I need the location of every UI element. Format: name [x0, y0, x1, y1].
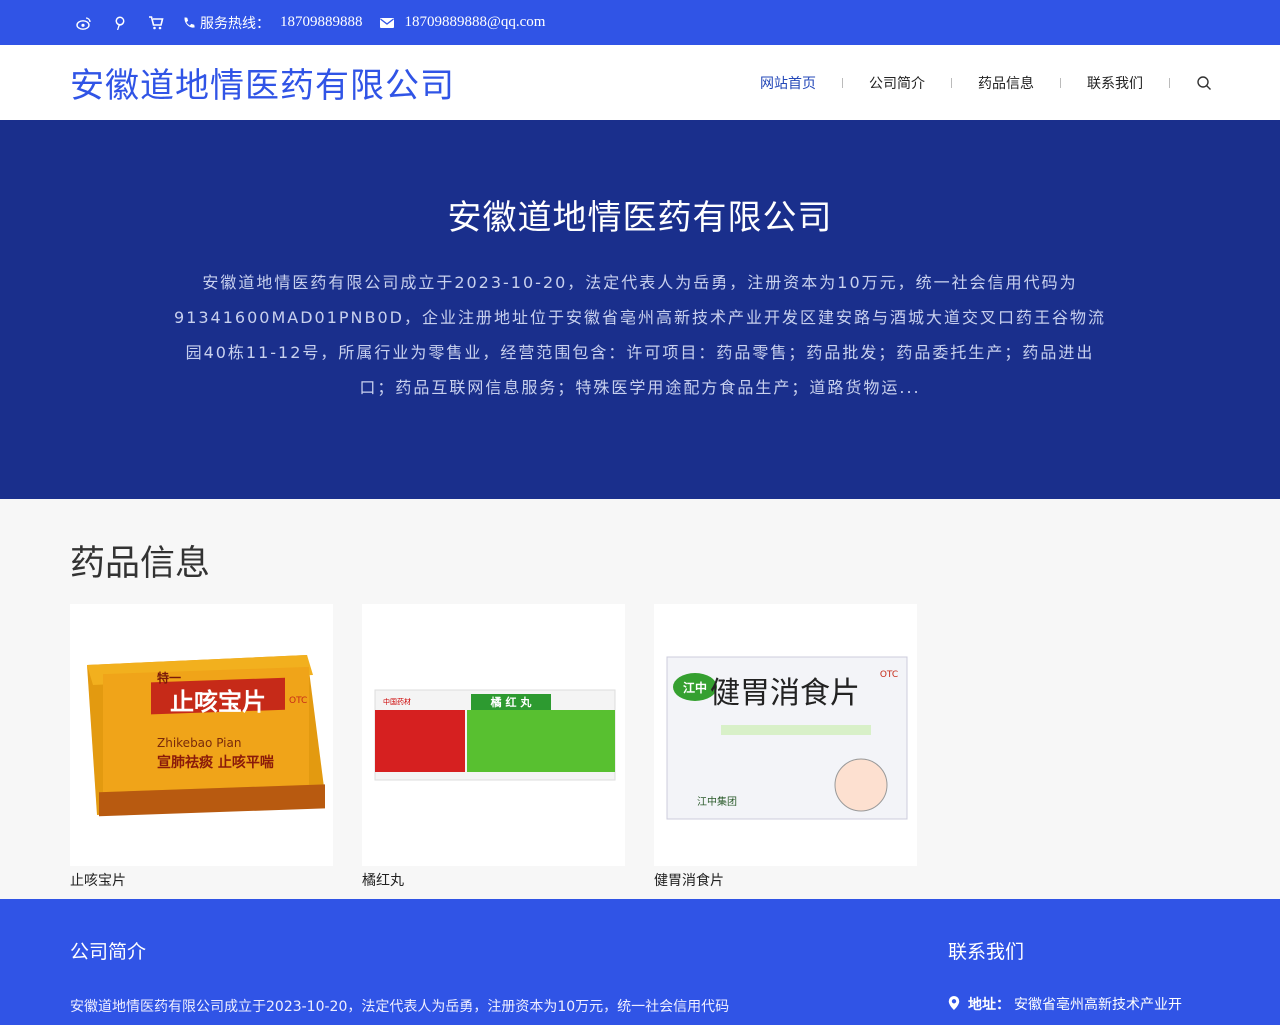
- box-pinyin: Zhikebao Pian: [157, 736, 241, 750]
- product-name[interactable]: 橘红丸: [362, 870, 625, 890]
- product-image[interactable]: 止咳宝片 特一 Zhikebao Pian 宣肺祛痰 止咳平喘 OTC: [70, 604, 333, 866]
- site-header: 安徽道地情医药有限公司 网站首页 公司简介 药品信息 联系我们: [0, 45, 1280, 120]
- footer-address: 地址： 安徽省亳州高新技术产业开: [948, 994, 1182, 1014]
- hotline-number[interactable]: 18709889888: [280, 14, 363, 31]
- box-brand: 特一: [157, 670, 181, 685]
- envelope-icon: [377, 13, 397, 33]
- product-name[interactable]: 止咳宝片: [70, 870, 333, 890]
- footer-about-text: 安徽道地情医药有限公司成立于2023-10-20，法定代表人为岳勇，注册资本为1…: [70, 999, 730, 1015]
- footer-contact-title: 联系我们: [948, 941, 1025, 963]
- juhongwan-box-image: 橘 红 丸 中国药材: [374, 689, 615, 781]
- cart-icon[interactable]: [146, 13, 166, 33]
- jianwei-box-image: 江中 健胃消食片 OTC 江中集团: [666, 656, 907, 820]
- nav-home[interactable]: 网站首页: [734, 73, 842, 93]
- nav-products[interactable]: 药品信息: [952, 73, 1060, 93]
- box-brand: 中国药材: [383, 697, 411, 706]
- phone-icon: [182, 13, 196, 33]
- site-logo[interactable]: 安徽道地情医药有限公司: [70, 58, 455, 107]
- box-title: 橘 红 丸: [489, 695, 532, 709]
- hero-title: 安徽道地情医药有限公司: [447, 198, 833, 238]
- site-footer: 公司简介 安徽道地情医药有限公司成立于2023-10-20，法定代表人为岳勇，注…: [0, 899, 1280, 1025]
- product-grid: 止咳宝片 特一 Zhikebao Pian 宣肺祛痰 止咳平喘 OTC 止咳宝片…: [70, 604, 1210, 890]
- hotline-label: 服务热线：: [200, 15, 270, 32]
- product-card[interactable]: 江中 健胃消食片 OTC 江中集团 健胃消食片: [654, 604, 917, 890]
- products-section: 药品信息 止咳宝片 特一 Zhikebao Pian 宣肺祛痰 止咳平喘 OTC…: [0, 499, 1280, 899]
- email-link[interactable]: 18709889888@qq.com: [405, 14, 546, 31]
- footer-contact: 联系我们 地址： 安徽省亳州高新技术产业开: [948, 899, 1182, 1014]
- map-marker-icon: [948, 996, 960, 1010]
- box-slogan: 宣肺祛痰 止咳平喘: [157, 754, 274, 771]
- product-card[interactable]: 橘 红 丸 中国药材 橘红丸: [362, 604, 625, 890]
- hero-description: 安徽道地情医药有限公司成立于2023-10-20，法定代表人为岳勇，注册资本为1…: [174, 273, 1106, 397]
- product-name[interactable]: 健胃消食片: [654, 870, 917, 890]
- nav-about[interactable]: 公司简介: [843, 73, 951, 93]
- box-title: 健胃消食片: [710, 676, 860, 711]
- product-card[interactable]: 止咳宝片 特一 Zhikebao Pian 宣肺祛痰 止咳平喘 OTC 止咳宝片: [70, 604, 333, 890]
- main-nav: 网站首页 公司简介 药品信息 联系我们: [734, 45, 1212, 120]
- product-image[interactable]: 橘 红 丸 中国药材: [362, 604, 625, 866]
- products-title: 药品信息: [70, 544, 211, 584]
- top-bar: 服务热线： 18709889888 18709889888@qq.com: [0, 0, 1280, 45]
- weibo-icon[interactable]: [74, 13, 94, 33]
- zhikebao-box-image: 止咳宝片 特一 Zhikebao Pian 宣肺祛痰 止咳平喘 OTC: [86, 655, 325, 817]
- box-group: 江中集团: [697, 795, 737, 808]
- address-label: 地址：: [968, 997, 1010, 1013]
- otc-badge: OTC: [289, 696, 307, 706]
- address-value: 安徽省亳州高新技术产业开: [1014, 997, 1182, 1013]
- otc-badge: OTC: [879, 670, 897, 680]
- pinterest-icon[interactable]: [110, 13, 130, 33]
- box-brand: 江中: [682, 680, 706, 695]
- nav-contact[interactable]: 联系我们: [1061, 73, 1169, 93]
- box-title: 止咳宝片: [170, 688, 266, 716]
- product-image[interactable]: 江中 健胃消食片 OTC 江中集团: [654, 604, 917, 866]
- search-icon[interactable]: [1170, 75, 1212, 91]
- hero-banner: 安徽道地情医药有限公司 安徽道地情医药有限公司成立于2023-10-20，法定代…: [0, 120, 1280, 499]
